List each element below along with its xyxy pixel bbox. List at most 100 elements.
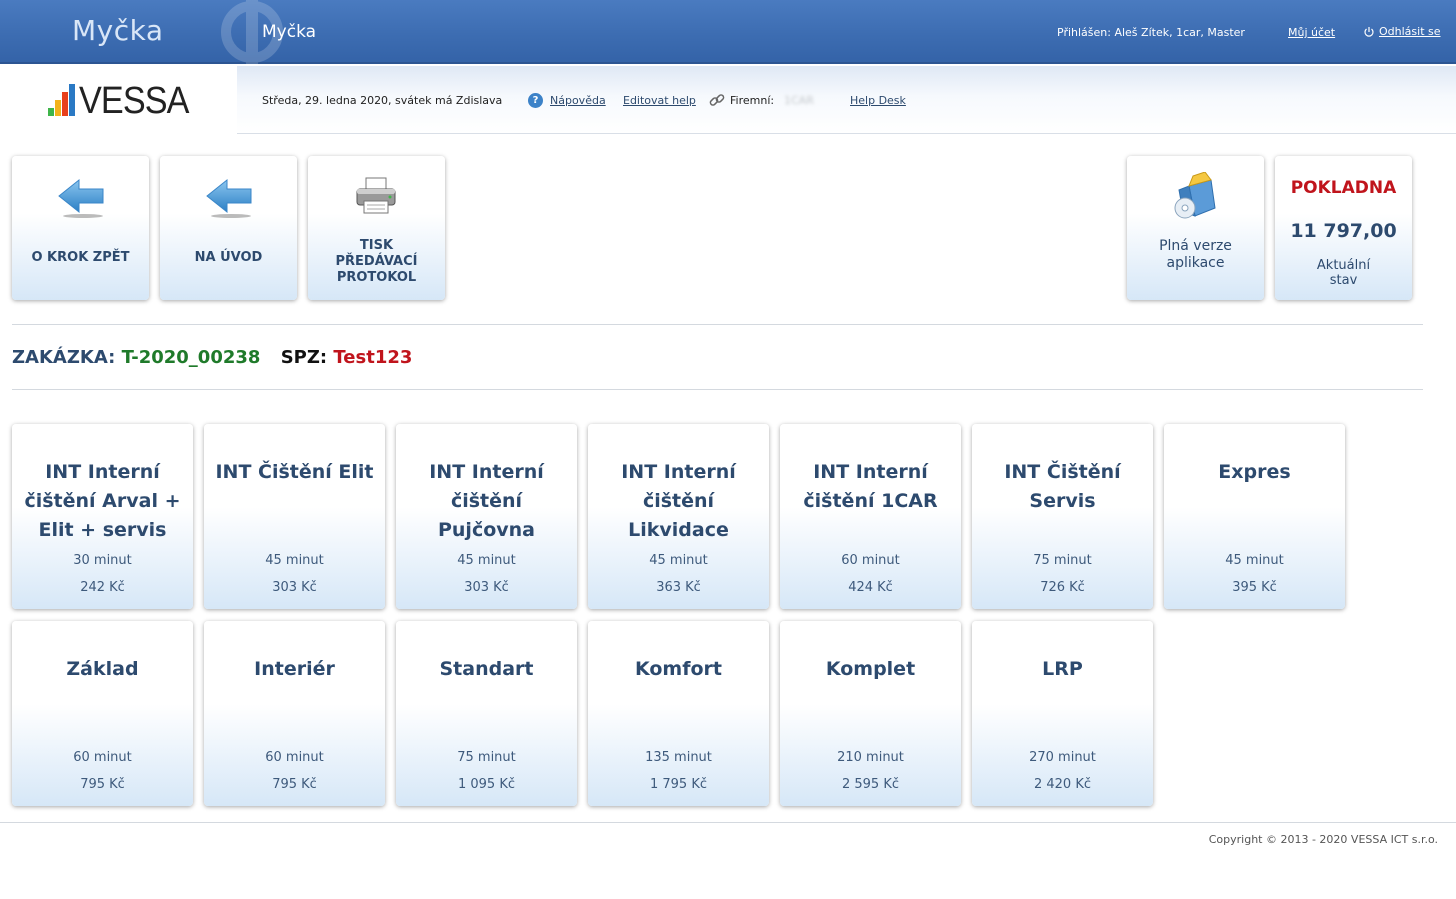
program-price: 795 Kč [80, 777, 125, 792]
top-bar: Myčka Myčka Přihlášen: Aleš Zítek, 1car,… [0, 0, 1456, 64]
home-label: NA ÚVOD [194, 250, 263, 265]
print-protocol-label-1: TISK [359, 238, 394, 253]
current-date: Středa, 29. ledna 2020, svátek má Zdisla… [262, 94, 503, 107]
program-price: 1 795 Kč [649, 777, 708, 792]
program-duration: 270 minut [1029, 750, 1096, 765]
program-duration: 210 minut [837, 750, 904, 765]
program-name: Interiér [254, 658, 335, 680]
edit-help-link[interactable]: Editovat help [623, 94, 696, 107]
arrow-left-icon [58, 178, 104, 218]
order-info: ZAKÁZKA: T-2020_00238 SPZ: Test123 [12, 347, 412, 368]
order-number: T-2020_00238 [121, 347, 261, 368]
program-tile[interactable]: Standart 75 minut 1 095 Kč [396, 621, 577, 806]
power-icon [1364, 26, 1374, 37]
program-price: 242 Kč [80, 580, 125, 595]
printer-icon [356, 177, 396, 214]
program-tile[interactable]: Expres 45 minut 395 Kč [1164, 424, 1345, 609]
program-duration: 60 minut [73, 750, 132, 765]
program-name: Expres [1218, 461, 1291, 483]
program-duration: 135 minut [645, 750, 712, 765]
program-tile[interactable]: INT Čištění Elit 45 minut 303 Kč [204, 424, 385, 609]
help-icon: ? [528, 93, 543, 108]
cash-register-button[interactable]: POKLADNA 11 797,00 Aktuální stav [1275, 156, 1412, 300]
program-name: Komfort [634, 658, 722, 680]
vessa-logo[interactable]: VESSA [0, 66, 237, 134]
program-price: 795 Kč [272, 777, 317, 792]
link-chain-icon [709, 94, 725, 106]
program-duration: 45 minut [649, 553, 708, 568]
logged-user-info: Přihlášen: Aleš Zítek, 1car, Master [1057, 26, 1245, 39]
program-price: 1 095 Kč [457, 777, 516, 792]
full-version-label-1: Plná verze [1159, 238, 1232, 254]
program-tile[interactable]: INT Interní čištění 1CAR 60 minut 424 Kč [780, 424, 961, 609]
cash-register-amount: 11 797,00 [1290, 220, 1397, 242]
program-duration: 45 minut [265, 553, 324, 568]
full-version-label-2: aplikace [1166, 255, 1225, 271]
cash-register-title: POKLADNA [1290, 178, 1397, 198]
helpdesk-link[interactable]: Help Desk [850, 94, 906, 107]
firm-value: 1CAR [784, 94, 814, 107]
plate-key: SPZ: [280, 347, 328, 368]
program-duration: 60 minut [841, 553, 900, 568]
program-tile[interactable]: Interiér 60 minut 795 Kč [204, 621, 385, 806]
program-tile[interactable]: LRP 270 minut 2 420 Kč [972, 621, 1153, 806]
software-box-icon [1174, 172, 1216, 219]
program-tile[interactable]: Základ 60 minut 795 Kč [12, 621, 193, 806]
program-tile[interactable]: INT Čištění Servis 75 minut 726 Kč [972, 424, 1153, 609]
divider [12, 324, 1423, 325]
program-price: 303 Kč [272, 580, 317, 595]
logo-bars-icon [48, 84, 78, 116]
cash-register-sub-2: stav [1329, 273, 1358, 288]
order-key: ZAKÁZKA: [12, 347, 116, 368]
program-tile[interactable]: INT Interní čištění Likvidace 45 minut 3… [588, 424, 769, 609]
program-duration: 60 minut [265, 750, 324, 765]
back-step-button[interactable]: O KROK ZPĚT [12, 156, 149, 300]
footer-divider [0, 822, 1456, 823]
program-name: INT Interní čištění Pujčovna [429, 461, 544, 541]
program-duration: 75 minut [1033, 553, 1092, 568]
program-name: INT Interní čištění Arval + Elit + servi… [24, 461, 181, 541]
app-title: Myčka [72, 14, 164, 47]
program-name: Základ [66, 658, 139, 680]
logout-link[interactable]: Odhlásit se [1363, 25, 1441, 38]
full-version-button[interactable]: Plná verze aplikace [1127, 156, 1264, 300]
program-tile[interactable]: INT Interní čištění Arval + Elit + servi… [12, 424, 193, 609]
print-protocol-label-2: PŘEDÁVACÍ [335, 254, 418, 269]
program-duration: 45 minut [1225, 553, 1284, 568]
program-tile[interactable]: INT Interní čištění Pujčovna 45 minut 30… [396, 424, 577, 609]
program-tile[interactable]: Komfort 135 minut 1 795 Kč [588, 621, 769, 806]
program-tile[interactable]: Komplet 210 minut 2 595 Kč [780, 621, 961, 806]
program-price: 424 Kč [848, 580, 893, 595]
program-duration: 30 minut [73, 553, 132, 568]
print-protocol-label-3: PROTOKOL [336, 270, 417, 285]
arrow-left-icon [206, 178, 252, 218]
program-duration: 75 minut [457, 750, 516, 765]
program-price: 303 Kč [464, 580, 509, 595]
program-price: 395 Kč [1232, 580, 1277, 595]
program-price: 2 420 Kč [1033, 777, 1092, 792]
program-name: INT Interní čištění Likvidace [621, 461, 736, 541]
info-bar: VESSA Středa, 29. ledna 2020, svátek má … [0, 66, 1456, 134]
program-name: INT Čištění Elit [215, 461, 374, 483]
program-price: 726 Kč [1040, 580, 1085, 595]
print-protocol-button[interactable]: TISK PŘEDÁVACÍ PROTOKOL [308, 156, 445, 300]
plate-number: Test123 [333, 347, 413, 368]
cash-register-sub-1: Aktuální [1316, 258, 1371, 273]
help-link[interactable]: Nápověda [550, 94, 606, 107]
firm-label: Firemní: [730, 94, 775, 107]
module-title: Myčka [262, 22, 317, 42]
my-account-link[interactable]: Můj účet [1288, 26, 1335, 39]
copyright: Copyright © 2013 - 2020 VESSA ICT s.r.o. [1208, 833, 1438, 846]
program-name: LRP [1042, 658, 1083, 680]
home-button[interactable]: NA ÚVOD [160, 156, 297, 300]
program-name: Standart [439, 658, 534, 680]
program-name: Komplet [825, 658, 916, 680]
program-duration: 45 minut [457, 553, 516, 568]
program-price: 363 Kč [656, 580, 701, 595]
program-name: INT Čištění Servis [1004, 461, 1121, 512]
back-step-label: O KROK ZPĚT [31, 250, 130, 265]
logout-label: Odhlásit se [1379, 25, 1441, 38]
logo-text: VESSA [79, 80, 189, 122]
divider [12, 389, 1423, 390]
program-price: 2 595 Kč [841, 777, 900, 792]
